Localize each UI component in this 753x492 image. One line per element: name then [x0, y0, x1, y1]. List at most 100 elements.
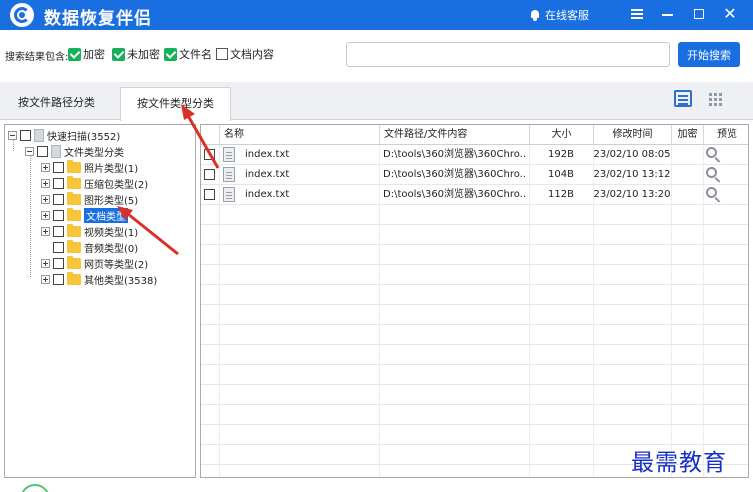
app-logo-icon — [10, 3, 34, 27]
tree-root-label: 快速扫描(3552) — [47, 131, 121, 143]
checkbox-checked-icon[interactable] — [68, 47, 81, 61]
option-unencrypted-label: 未加密 — [127, 48, 160, 61]
tree-checkbox[interactable] — [53, 161, 64, 173]
start-search-button[interactable]: 开始搜索 — [678, 42, 740, 67]
tree-checkbox[interactable] — [53, 177, 64, 189]
col-mtime[interactable]: 修改时间 — [593, 125, 671, 145]
checkbox-checked-icon[interactable] — [164, 47, 177, 61]
tree-checkbox[interactable] — [53, 193, 64, 205]
list-view-icon[interactable] — [669, 86, 697, 112]
minimize-icon[interactable] — [656, 3, 680, 25]
tree-checkbox[interactable] — [20, 129, 31, 141]
row-path: D:\tools\360浏览器\360Chro... — [383, 169, 527, 180]
search-input[interactable] — [346, 42, 670, 67]
option-encrypted[interactable]: 加密 — [68, 46, 105, 62]
expand-toggle-icon[interactable] — [41, 210, 50, 220]
app-title: 数据恢复伴侣 — [44, 9, 152, 29]
tree-item-document[interactable]: 文档类型 — [41, 207, 128, 223]
tree-item-label: 压缩包类型(2) — [84, 179, 149, 191]
tree-item-archive[interactable]: 压缩包类型(2) — [41, 175, 149, 191]
row-encrypted — [671, 165, 703, 185]
tree-group-node[interactable]: 文件类型分类 — [25, 144, 124, 159]
row-size: 112B — [548, 189, 574, 200]
preview-magnifier-icon[interactable] — [705, 166, 723, 184]
folder-icon — [67, 191, 81, 205]
option-encrypted-label: 加密 — [83, 48, 105, 61]
close-icon[interactable]: ✕ — [718, 3, 742, 25]
row-checkbox[interactable] — [204, 169, 215, 180]
tree-item-photo[interactable]: 照片类型(1) — [41, 159, 139, 175]
row-mtime: 23/02/10 13:12 — [593, 169, 671, 180]
empty-row — [201, 205, 748, 225]
tab-by-type[interactable]: 按文件类型分类 — [120, 87, 231, 121]
table-row[interactable]: index.txt D:\tools\360浏览器\360Chro... 104… — [201, 165, 748, 185]
table-row[interactable]: index.txt D:\tools\360浏览器\360Chro... 112… — [201, 185, 748, 205]
expand-toggle-icon[interactable] — [41, 178, 50, 188]
tree-item-audio[interactable]: 音频类型(0) — [53, 239, 139, 255]
col-size[interactable]: 大小 — [529, 125, 593, 145]
tree-checkbox[interactable] — [53, 273, 64, 285]
tree-item-label-selected: 文档类型 — [84, 207, 128, 223]
row-size: 104B — [548, 169, 574, 180]
row-path: D:\tools\360浏览器\360Chro... — [383, 149, 527, 160]
tab-by-path[interactable]: 按文件路径分类 — [0, 87, 113, 120]
empty-row — [201, 225, 748, 245]
menu-icon[interactable] — [625, 3, 649, 25]
option-doc-content[interactable]: 文档内容 — [216, 46, 274, 62]
watermark-text: 最需教育 — [631, 450, 727, 476]
status-ring-icon — [20, 484, 50, 492]
folder-icon — [67, 223, 81, 237]
scan-doc-icon — [34, 128, 44, 142]
tree-item-label: 照片类型(1) — [84, 163, 139, 175]
option-filename[interactable]: 文件名 — [164, 46, 212, 62]
search-toolbar: 搜索结果包含: 加密 未加密 文件名 文档内容 开始搜索 — [0, 30, 753, 82]
col-encrypted[interactable]: 加密 — [671, 125, 703, 145]
tree-checkbox[interactable] — [53, 257, 64, 269]
col-name[interactable]: 名称 — [219, 125, 379, 145]
expand-toggle-icon[interactable] — [41, 274, 50, 284]
empty-row — [201, 425, 748, 445]
col-preview[interactable]: 预览 — [703, 125, 748, 145]
row-checkbox[interactable] — [204, 189, 215, 200]
option-unencrypted[interactable]: 未加密 — [112, 46, 160, 62]
row-path: D:\tools\360浏览器\360Chro... — [383, 189, 527, 200]
tree-checkbox[interactable] — [37, 145, 48, 157]
expand-toggle-icon[interactable] — [41, 162, 50, 172]
col-path[interactable]: 文件路径/文件内容 — [379, 125, 529, 145]
tree-checkbox[interactable] — [53, 241, 64, 253]
empty-row — [201, 385, 748, 405]
tree-item-other[interactable]: 其他类型(3538) — [41, 271, 157, 287]
collapse-toggle-icon[interactable] — [8, 130, 17, 140]
folder-icon — [67, 271, 81, 285]
maximize-icon[interactable] — [687, 3, 711, 25]
txt-file-icon — [223, 187, 235, 202]
tree-checkbox[interactable] — [53, 225, 64, 237]
table-row[interactable]: index.txt D:\tools\360浏览器\360Chro... 192… — [201, 145, 748, 165]
tree-root-node[interactable]: 快速扫描(3552) — [8, 128, 121, 143]
row-checkbox[interactable] — [204, 149, 215, 160]
search-include-label: 搜索结果包含: — [5, 52, 69, 63]
category-doc-icon — [51, 144, 61, 158]
folder-icon — [67, 159, 81, 173]
option-filename-label: 文件名 — [179, 48, 212, 61]
tree-checkbox[interactable] — [53, 209, 64, 221]
tree-item-label: 音频类型(0) — [84, 243, 139, 255]
checkbox-unchecked-icon[interactable] — [216, 48, 228, 60]
expand-toggle-icon[interactable] — [41, 258, 50, 268]
expand-toggle-icon[interactable] — [41, 226, 50, 236]
service-bell-icon — [530, 9, 540, 21]
empty-row — [201, 265, 748, 285]
collapse-toggle-icon[interactable] — [25, 146, 34, 156]
row-size: 192B — [548, 149, 574, 160]
expand-toggle-icon[interactable] — [41, 194, 50, 204]
tree-item-graphic[interactable]: 图形类型(5) — [41, 191, 138, 207]
option-doc-content-label: 文档内容 — [230, 48, 274, 61]
tree-item-video[interactable]: 视频类型(1) — [41, 223, 138, 239]
table-header: 名称 文件路径/文件内容 大小 修改时间 加密 预览 — [201, 125, 748, 145]
preview-magnifier-icon[interactable] — [705, 186, 723, 204]
tree-item-web[interactable]: 网页等类型(2) — [41, 255, 148, 271]
grid-view-icon[interactable] — [702, 86, 730, 112]
preview-magnifier-icon[interactable] — [705, 146, 723, 164]
checkbox-checked-icon[interactable] — [112, 47, 125, 61]
online-service-link[interactable]: 在线客服 — [530, 7, 589, 23]
